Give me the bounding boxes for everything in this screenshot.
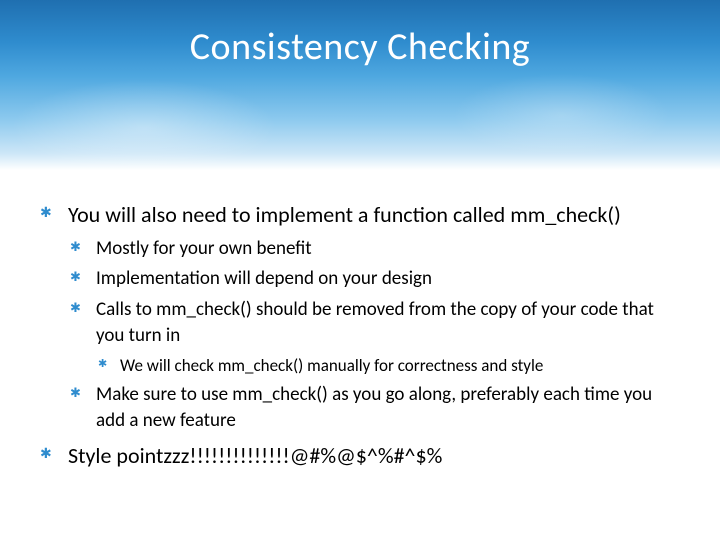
bullet-text: Style pointzzz!!!!!!!!!!!!!!@#%@$^%#^$% [68, 442, 442, 469]
bullet-text: You will also need to implement a functi… [68, 201, 621, 228]
bullet-item: We will check mm_check() manually for co… [96, 354, 680, 378]
bullet-item: Style pointzzz!!!!!!!!!!!!!!@#%@$^%#^$% [40, 441, 680, 471]
bullet-item: Calls to mm_check() should be removed fr… [68, 297, 680, 378]
slide-body: You will also need to implement a functi… [0, 170, 720, 471]
bullet-text: Calls to mm_check() should be removed fr… [96, 298, 654, 348]
slide: Consistency Checking You will also need … [0, 0, 720, 540]
slide-header: Consistency Checking [0, 0, 720, 170]
bullet-list: You will also need to implement a functi… [40, 200, 680, 471]
bullet-list: We will check mm_check() manually for co… [96, 354, 680, 378]
slide-title: Consistency Checking [190, 24, 530, 70]
bullet-item: Make sure to use mm_check() as you go al… [68, 382, 680, 435]
bullet-text: Mostly for your own benefit [96, 237, 312, 260]
bullet-text: We will check mm_check() manually for co… [120, 355, 543, 376]
bullet-text: Make sure to use mm_check() as you go al… [96, 383, 652, 433]
bullet-item: Mostly for your own benefit [68, 236, 680, 263]
bullet-item: You will also need to implement a functi… [40, 200, 680, 435]
bullet-item: Implementation will depend on your desig… [68, 266, 680, 293]
bullet-list: Mostly for your own benefit Implementati… [68, 236, 680, 435]
bullet-text: Implementation will depend on your desig… [96, 267, 432, 290]
